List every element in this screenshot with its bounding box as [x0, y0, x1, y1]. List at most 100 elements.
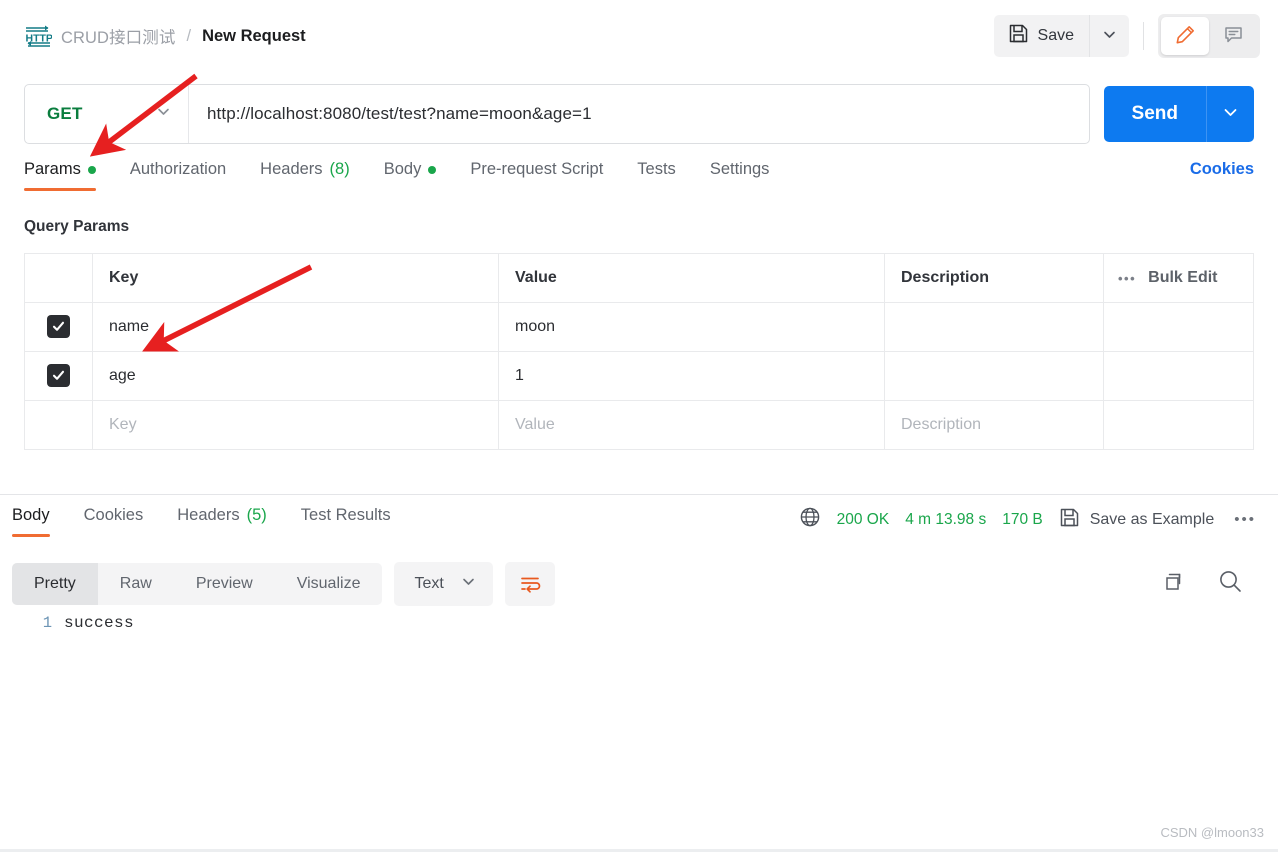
- tab-params[interactable]: Params: [24, 160, 96, 191]
- row-actions-cell: [1103, 351, 1254, 401]
- modified-dot-icon: [428, 165, 437, 174]
- response-body-actions: [1161, 568, 1266, 600]
- chevron-down-icon: [460, 573, 477, 595]
- table-row: name moon: [24, 302, 1254, 352]
- bulk-edit-button[interactable]: Bulk Edit: [1148, 269, 1217, 287]
- row-description-input[interactable]: [884, 302, 1104, 352]
- response-tabs: Body Cookies Headers (5) Test Results 20…: [12, 506, 1266, 546]
- response-tab-headers[interactable]: Headers (5): [177, 506, 267, 537]
- response-body-content[interactable]: 1 success: [12, 614, 1266, 834]
- row-description-input[interactable]: [884, 351, 1104, 401]
- line-number: 1: [42, 614, 52, 632]
- tab-body[interactable]: Body: [384, 160, 437, 191]
- floppy-disk-icon: [1059, 507, 1080, 533]
- row-checkbox-cell: [24, 302, 93, 352]
- comment-button[interactable]: [1209, 17, 1257, 55]
- column-header-key: Key: [92, 253, 499, 303]
- table-row: age 1: [24, 351, 1254, 401]
- column-header-description: Description: [884, 253, 1104, 303]
- view-mode-pretty[interactable]: Pretty: [12, 563, 98, 605]
- table-row-empty: Key Value Description: [24, 400, 1254, 450]
- response-tab-test-results[interactable]: Test Results: [301, 506, 391, 537]
- method-label: GET: [47, 104, 83, 123]
- new-row-key-input[interactable]: Key: [92, 400, 499, 450]
- save-button-group: Save: [993, 15, 1129, 57]
- url-input[interactable]: http://localhost:8080/test/test?name=moo…: [189, 104, 1089, 124]
- row-checkbox-cell: [24, 400, 93, 450]
- row-key-input[interactable]: age: [92, 351, 499, 401]
- save-as-example-label: Save as Example: [1089, 510, 1215, 528]
- bulk-edit-cell: ••• Bulk Edit: [1103, 253, 1254, 303]
- new-row-description-input[interactable]: Description: [884, 400, 1104, 450]
- tab-tests[interactable]: Tests: [637, 160, 676, 191]
- row-checkbox[interactable]: [47, 315, 70, 338]
- row-value-input[interactable]: 1: [498, 351, 885, 401]
- view-mode-raw[interactable]: Raw: [98, 563, 174, 605]
- response-size: 170 B: [1002, 510, 1043, 528]
- tab-authorization[interactable]: Authorization: [130, 160, 226, 191]
- response-tab-cookies[interactable]: Cookies: [84, 506, 144, 537]
- cookies-link[interactable]: Cookies: [1190, 160, 1254, 179]
- tab-authorization-label: Authorization: [129, 160, 227, 178]
- format-select-label: Text: [414, 575, 444, 592]
- save-as-example-button[interactable]: Save as Example: [1059, 507, 1215, 533]
- tab-pre-request-script[interactable]: Pre-request Script: [470, 160, 603, 191]
- tab-tests-label: Tests: [637, 160, 676, 178]
- edit-mode-button[interactable]: [1161, 17, 1209, 55]
- header-actions: Save: [993, 14, 1260, 58]
- view-mode-visualize[interactable]: Visualize: [275, 563, 383, 605]
- request-tabs: Params Authorization Headers (8) Body Pr…: [24, 160, 1254, 202]
- row-key-input[interactable]: name: [92, 302, 499, 352]
- response-tab-test-results-label: Test Results: [300, 506, 391, 524]
- save-button[interactable]: Save: [993, 15, 1089, 57]
- send-button[interactable]: Send: [1103, 86, 1206, 142]
- send-options-button[interactable]: [1206, 86, 1254, 142]
- response-tab-body-label: Body: [12, 506, 50, 524]
- row-actions-cell: [1103, 400, 1254, 450]
- method-select[interactable]: GET: [25, 85, 189, 143]
- format-select[interactable]: Text: [394, 562, 493, 606]
- row-checkbox-cell: [24, 351, 93, 401]
- ellipsis-icon[interactable]: •••: [1118, 271, 1136, 286]
- response-more-button[interactable]: •••: [1230, 511, 1256, 528]
- tab-pre-request-script-label: Pre-request Script: [470, 160, 604, 178]
- row-checkbox[interactable]: [47, 364, 70, 387]
- modified-dot-icon: [87, 165, 96, 174]
- response-tab-body[interactable]: Body: [12, 506, 50, 537]
- url-input-wrapper: GET http://localhost:8080/test/test?name…: [24, 84, 1090, 144]
- chevron-down-icon: [155, 103, 172, 125]
- word-wrap-icon[interactable]: [504, 562, 555, 606]
- row-value-input[interactable]: moon: [498, 302, 885, 352]
- tab-body-label: Body: [383, 160, 422, 178]
- view-mode-preview[interactable]: Preview: [174, 563, 275, 605]
- row-actions-cell: [1103, 302, 1254, 352]
- response-divider: [0, 494, 1278, 495]
- query-params-title: Query Params: [24, 218, 130, 235]
- breadcrumb-collection[interactable]: CRUD接口测试: [61, 24, 175, 48]
- view-mode-toggle: [1158, 14, 1260, 58]
- tab-params-label: Params: [24, 160, 81, 178]
- url-bar-row: GET http://localhost:8080/test/test?name…: [24, 84, 1254, 144]
- chevron-down-icon: [1101, 26, 1118, 46]
- comment-icon: [1223, 24, 1244, 48]
- response-status-bar: 200 OK 4 m 13.98 s 170 B Save as Example…: [799, 506, 1266, 533]
- response-tab-headers-count: (5): [246, 506, 267, 524]
- response-tab-cookies-label: Cookies: [83, 506, 144, 524]
- header-checkbox-cell: [24, 253, 93, 303]
- page-title[interactable]: New Request: [202, 27, 306, 46]
- globe-icon[interactable]: [799, 506, 821, 533]
- query-params-table: Key Value Description ••• Bulk Edit name…: [24, 253, 1254, 450]
- send-button-group: Send: [1103, 86, 1254, 142]
- response-tab-headers-label: Headers: [177, 506, 240, 524]
- tab-headers-count: (8): [329, 160, 350, 178]
- table-header-row: Key Value Description ••• Bulk Edit: [24, 253, 1254, 303]
- search-icon[interactable]: [1217, 568, 1244, 600]
- breadcrumb: HTTP CRUD接口测试 / New Request: [24, 23, 306, 49]
- postman-request-window: HTTP CRUD接口测试 / New Request Save GET htt…: [0, 0, 1278, 852]
- new-row-value-input[interactable]: Value: [498, 400, 885, 450]
- tab-headers[interactable]: Headers (8): [260, 160, 350, 191]
- save-options-button[interactable]: [1089, 15, 1129, 57]
- tab-settings-label: Settings: [709, 160, 770, 178]
- tab-settings[interactable]: Settings: [710, 160, 770, 191]
- copy-icon[interactable]: [1161, 569, 1187, 600]
